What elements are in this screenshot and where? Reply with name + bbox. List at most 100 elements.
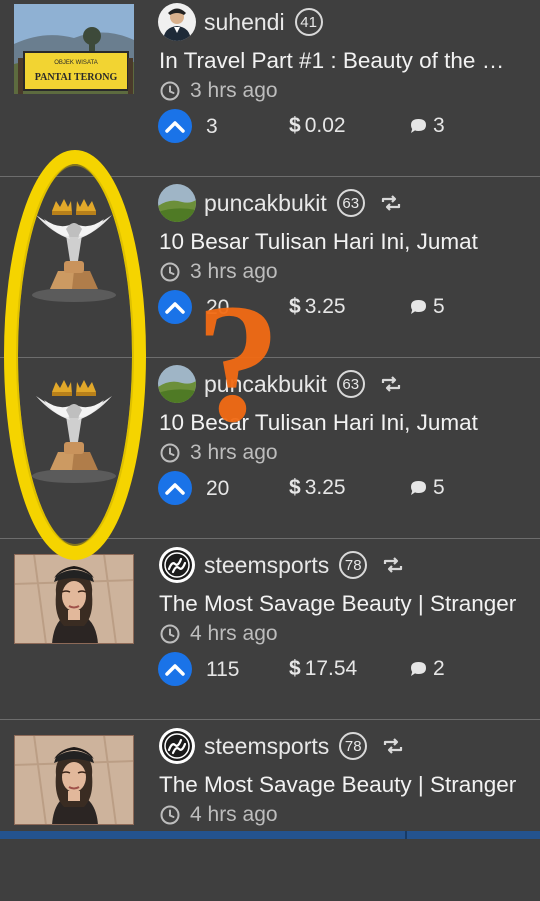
upvote-button[interactable] [158, 109, 192, 143]
currency-symbol: $ [289, 114, 301, 137]
upvote-button[interactable] [158, 290, 192, 324]
feed-post[interactable]: puncakbukit 63 10 Besar Tulisan Hari Ini… [0, 358, 540, 539]
resteem-icon [384, 557, 403, 573]
post-time: 3 hrs ago [159, 79, 278, 103]
author-name[interactable]: steemsports [204, 733, 329, 760]
post-thumbnail[interactable] [14, 735, 134, 825]
post-stats: 20 $3.25 5 [158, 471, 538, 505]
avatar[interactable] [158, 365, 196, 403]
comment-bubble-icon [411, 662, 426, 676]
vote-count[interactable]: 20 [206, 477, 229, 501]
beach-sign-image: OBJEK WISATA PANTAI TERONG [14, 4, 134, 94]
resteem-icon [384, 738, 403, 754]
post-thumbnail[interactable] [14, 554, 134, 644]
payout-value: 3.25 [304, 295, 346, 318]
feed-post[interactable]: puncakbukit 63 10 Besar Tulisan Hari Ini… [0, 177, 540, 358]
clock-icon [160, 262, 180, 282]
post-stats: 20 $3.25 5 [158, 290, 538, 324]
woman-portrait-image [14, 735, 134, 825]
payout[interactable]: $3.25 [289, 476, 346, 500]
author-name[interactable]: steemsports [204, 552, 329, 579]
woman-portrait-image [14, 554, 134, 644]
post-thumbnail[interactable] [14, 364, 134, 494]
post-meta: puncakbukit 63 [158, 183, 401, 223]
comment-bubble-icon [411, 119, 426, 133]
reputation-badge: 41 [294, 8, 323, 36]
post-thumbnail[interactable] [14, 183, 134, 313]
vote-count[interactable]: 3 [206, 115, 218, 139]
resteem-icon [381, 195, 400, 211]
clock-icon [160, 805, 180, 825]
resteem-icon [381, 376, 400, 392]
vote-count[interactable]: 115 [206, 658, 239, 682]
author-name[interactable]: puncakbukit [204, 371, 327, 398]
post-title[interactable]: The Most Savage Beauty | Stranger [159, 772, 519, 798]
feed-post[interactable]: steemsports 78 The Most Savage Beauty | … [0, 539, 540, 720]
bottom-bar-divider [405, 831, 407, 839]
post-time: 4 hrs ago [159, 622, 278, 646]
payout-value: 0.02 [304, 114, 346, 137]
post-feed: OBJEK WISATA PANTAI TERONG suhendi 41 In… [0, 0, 540, 839]
avatar[interactable] [158, 727, 196, 765]
sign-line-1: OBJEK WISATA [54, 60, 97, 66]
post-age: 4 hrs ago [190, 803, 278, 826]
comment-count-value: 5 [433, 295, 445, 318]
comment-count-value: 2 [433, 657, 445, 680]
post-meta: suhendi 41 [158, 2, 323, 42]
sign-line-2: PANTAI TERONG [35, 72, 118, 83]
clock-icon [160, 624, 180, 644]
post-meta: steemsports 78 [158, 545, 403, 585]
comment-bubble-icon [411, 481, 426, 495]
bottom-navigation-bar[interactable] [0, 831, 540, 839]
steem-logo-icon [158, 727, 196, 765]
upvote-button[interactable] [158, 652, 192, 686]
avatar[interactable] [158, 546, 196, 584]
reputation-badge: 78 [339, 732, 368, 760]
currency-symbol: $ [289, 476, 301, 499]
payout-value: 17.54 [304, 657, 358, 680]
chevron-up-icon [165, 483, 185, 495]
post-thumbnail[interactable]: OBJEK WISATA PANTAI TERONG [14, 4, 134, 94]
comment-bubble-icon [411, 300, 426, 314]
post-title[interactable]: 10 Besar Tulisan Hari Ini, Jumat [159, 410, 519, 436]
clock-icon [160, 81, 180, 101]
feed-post[interactable]: OBJEK WISATA PANTAI TERONG suhendi 41 In… [0, 0, 540, 177]
post-time: 3 hrs ago [159, 260, 278, 284]
post-time: 3 hrs ago [159, 441, 278, 465]
vote-count[interactable]: 20 [206, 296, 229, 320]
post-meta: puncakbukit 63 [158, 364, 401, 404]
comment-count[interactable]: 5 [408, 295, 445, 319]
payout[interactable]: $17.54 [289, 657, 357, 681]
post-stats: 3 $0.02 3 [158, 109, 538, 143]
post-age: 3 hrs ago [190, 260, 278, 283]
avatar[interactable] [158, 3, 196, 41]
post-title[interactable]: The Most Savage Beauty | Stranger [159, 591, 519, 617]
post-title[interactable]: 10 Besar Tulisan Hari Ini, Jumat [159, 229, 519, 255]
comment-count[interactable]: 5 [408, 476, 445, 500]
payout[interactable]: $3.25 [289, 295, 346, 319]
post-age: 3 hrs ago [190, 79, 278, 102]
currency-symbol: $ [289, 295, 301, 318]
chevron-up-icon [165, 664, 185, 676]
author-name[interactable]: puncakbukit [204, 190, 327, 217]
comment-count-value: 3 [433, 114, 445, 137]
reputation-badge: 78 [339, 551, 368, 579]
comment-count[interactable]: 2 [408, 657, 445, 681]
comment-count[interactable]: 3 [408, 114, 445, 138]
post-title[interactable]: In Travel Part #1 : Beauty of the Pantai… [159, 48, 519, 74]
chevron-up-icon [165, 121, 185, 133]
payout-value: 3.25 [304, 476, 346, 499]
reputation-badge: 63 [336, 370, 365, 398]
steem-logo-icon [158, 546, 196, 584]
comment-count-value: 5 [433, 476, 445, 499]
feed-post[interactable]: steemsports 78 The Most Savage Beauty | … [0, 720, 540, 901]
currency-symbol: $ [289, 657, 301, 680]
post-age: 3 hrs ago [190, 441, 278, 464]
payout[interactable]: $0.02 [289, 114, 346, 138]
author-name[interactable]: suhendi [204, 9, 285, 36]
upvote-button[interactable] [158, 471, 192, 505]
avatar[interactable] [158, 184, 196, 222]
post-stats: 115 $17.54 2 [158, 652, 538, 686]
chevron-up-icon [165, 302, 185, 314]
trophy-image [32, 380, 116, 483]
